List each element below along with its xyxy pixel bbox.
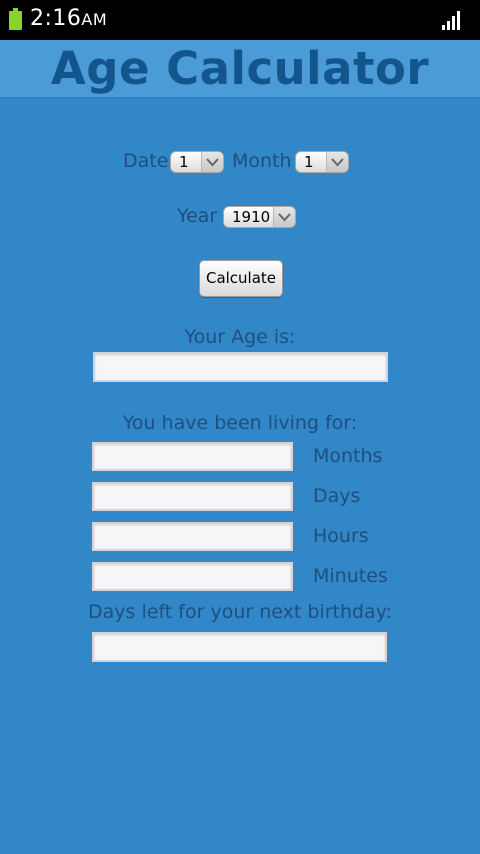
hours-label: Hours [313, 525, 369, 547]
age-output-field[interactable] [93, 352, 388, 382]
year-select[interactable]: 1910 [223, 206, 296, 228]
months-output-field[interactable] [92, 442, 293, 471]
hours-output-field[interactable] [92, 522, 293, 551]
living-for-label: You have been living for: [122, 412, 358, 434]
signal-icon [442, 10, 464, 30]
clock-time: 2:16 [30, 6, 82, 31]
date-select[interactable]: 1 [170, 151, 224, 173]
age-label: Your Age is: [184, 326, 296, 348]
chevron-down-icon [201, 152, 223, 172]
months-label: Months [313, 445, 383, 467]
month-select[interactable]: 1 [295, 151, 349, 173]
next-birthday-label: Days left for your next birthday: [88, 601, 392, 623]
minutes-output-field[interactable] [92, 562, 293, 591]
date-label: Date [123, 150, 169, 172]
days-output-field[interactable] [92, 482, 293, 511]
year-label: Year [177, 205, 218, 227]
chevron-down-icon [326, 152, 348, 172]
clock-ampm: AM [81, 10, 108, 29]
status-clock: 2:16AM [30, 6, 107, 31]
next-birthday-output-field[interactable] [92, 632, 387, 662]
year-select-value: 1910 [232, 208, 271, 226]
month-select-value: 1 [304, 153, 314, 171]
month-label: Month [232, 150, 292, 172]
app-title: Age Calculator [50, 42, 430, 95]
date-select-value: 1 [179, 153, 189, 171]
title-bar: Age Calculator [0, 40, 480, 98]
status-bar: 2:16AM [0, 0, 480, 40]
battery-icon [9, 8, 22, 30]
chevron-down-icon [273, 207, 295, 227]
days-label: Days [313, 485, 361, 507]
calculate-button[interactable]: Calculate [199, 260, 283, 297]
minutes-label: Minutes [313, 565, 388, 587]
